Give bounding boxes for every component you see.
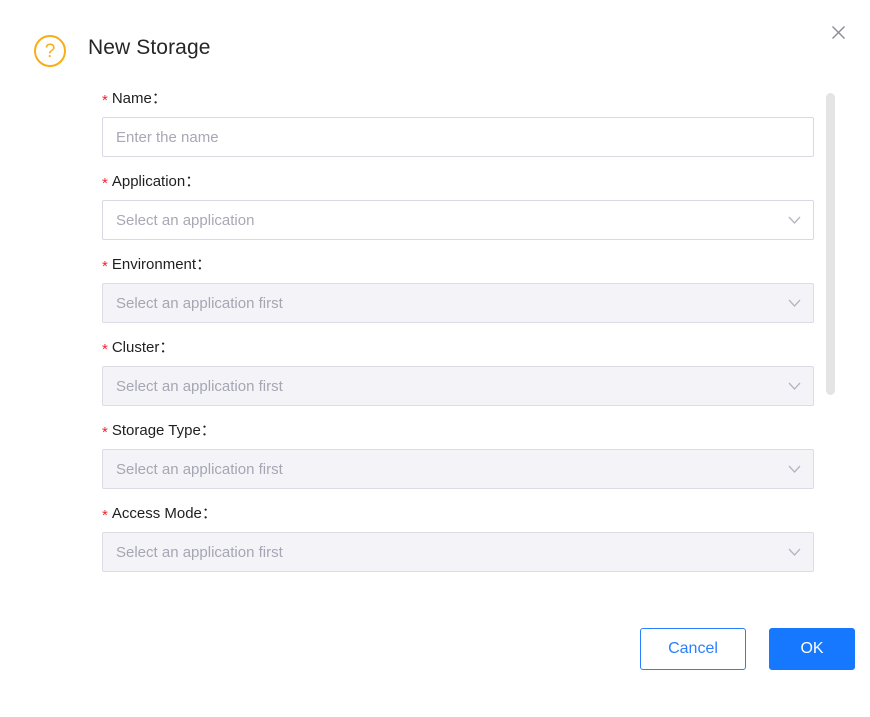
question-circle-icon: ? [34, 35, 66, 67]
label-colon: ： [202, 505, 217, 522]
chevron-down-icon [779, 299, 809, 308]
label-storage-type: *Storage Type： [102, 420, 814, 442]
label-text: Environment [112, 256, 196, 273]
required-marker: * [102, 507, 108, 524]
label-colon: ： [201, 422, 216, 439]
label-environment: *Environment： [102, 254, 814, 276]
access-mode-select-placeholder: Select an application first [103, 544, 779, 561]
label-access-mode: *Access Mode： [102, 503, 814, 525]
ok-button[interactable]: OK [769, 628, 855, 670]
storage-form: *Name： Enter the name *Application： Sele… [102, 88, 814, 572]
environment-select: Select an application first [102, 283, 814, 323]
form-item-storage-type: *Storage Type： Select an application fir… [102, 420, 814, 489]
chevron-down-icon [779, 465, 809, 474]
label-colon: ： [159, 339, 174, 356]
storage-type-select-placeholder: Select an application first [103, 461, 779, 478]
label-text: Application [112, 173, 185, 190]
label-application: *Application： [102, 171, 814, 193]
required-marker: * [102, 258, 108, 275]
form-item-cluster: *Cluster： Select an application first [102, 337, 814, 406]
new-storage-dialog: ? New Storage *Name： Enter the name [0, 0, 870, 717]
label-colon: ： [185, 173, 200, 190]
cluster-select-placeholder: Select an application first [103, 378, 779, 395]
application-select[interactable]: Select an application [102, 200, 814, 240]
required-marker: * [102, 341, 108, 358]
environment-select-placeholder: Select an application first [103, 295, 779, 312]
access-mode-select: Select an application first [102, 532, 814, 572]
required-marker: * [102, 175, 108, 192]
form-item-access-mode: *Access Mode： Select an application firs… [102, 503, 814, 572]
required-marker: * [102, 92, 108, 109]
label-text: Cluster [112, 339, 160, 356]
name-input[interactable]: Enter the name [102, 117, 814, 157]
name-input-placeholder: Enter the name [103, 129, 813, 146]
dialog-title: New Storage [88, 36, 211, 60]
form-item-application: *Application： Select an application [102, 171, 814, 240]
label-cluster: *Cluster： [102, 337, 814, 359]
dialog-body: *Name： Enter the name *Application： Sele… [0, 88, 870, 598]
label-colon: ： [196, 256, 211, 273]
label-name: *Name： [102, 88, 814, 110]
chevron-down-icon [779, 216, 809, 225]
storage-type-select: Select an application first [102, 449, 814, 489]
form-item-environment: *Environment： Select an application firs… [102, 254, 814, 323]
label-colon: ： [152, 90, 167, 107]
label-text: Storage Type [112, 422, 201, 439]
label-text: Access Mode [112, 505, 202, 522]
form-item-name: *Name： Enter the name [102, 88, 814, 157]
cancel-button[interactable]: Cancel [640, 628, 746, 670]
application-select-placeholder: Select an application [103, 212, 779, 229]
dialog-footer: Cancel OK [0, 600, 870, 717]
chevron-down-icon [779, 548, 809, 557]
chevron-down-icon [779, 382, 809, 391]
form-scrollbar-thumb[interactable] [826, 93, 835, 395]
close-icon[interactable] [823, 17, 853, 47]
dialog-header: ? New Storage [0, 0, 870, 86]
required-marker: * [102, 424, 108, 441]
cluster-select: Select an application first [102, 366, 814, 406]
label-text: Name [112, 90, 152, 107]
